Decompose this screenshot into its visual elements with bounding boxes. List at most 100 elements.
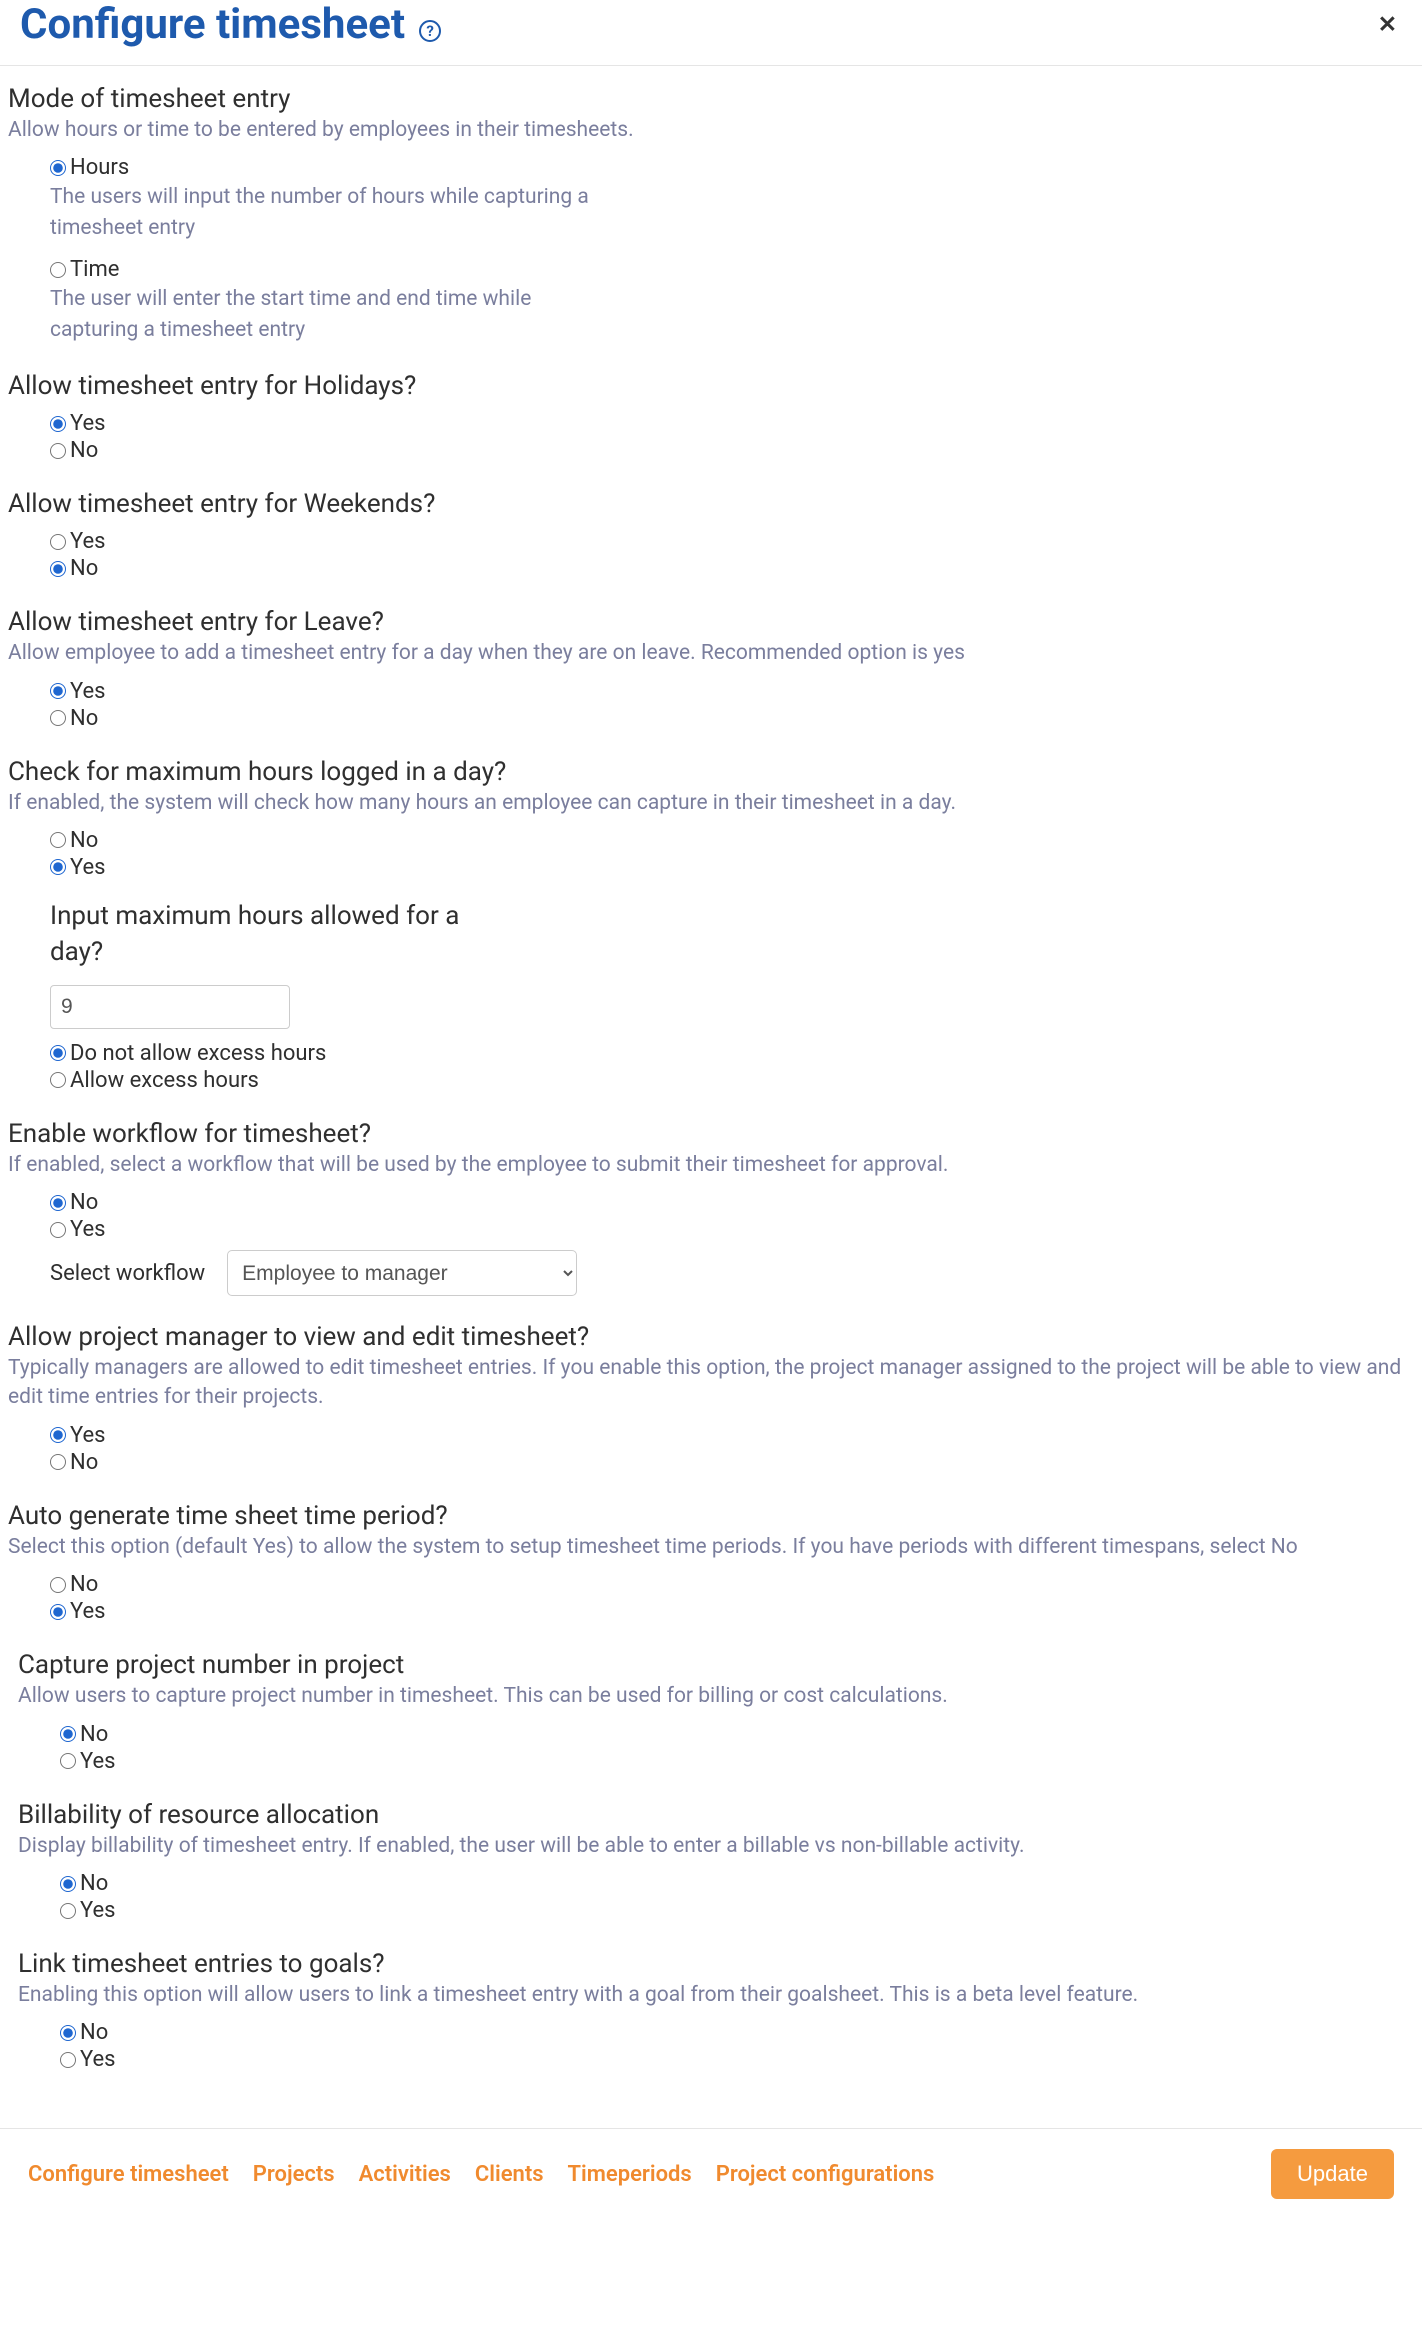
footer-link-clients[interactable]: Clients bbox=[475, 2162, 544, 2187]
section-projnum: Capture project number in project Allow … bbox=[8, 1650, 1414, 1773]
section-desc: If enabled, select a workflow that will … bbox=[8, 1151, 1414, 1180]
footer-link-projects[interactable]: Projects bbox=[253, 2162, 335, 2187]
radio-row-allow: Allow excess hours bbox=[50, 1068, 1414, 1093]
section-title: Mode of timesheet entry bbox=[8, 84, 1414, 114]
radio-weekends-yes[interactable] bbox=[50, 534, 66, 550]
section-billability: Billability of resource allocation Displ… bbox=[8, 1800, 1414, 1923]
radio-projnum-yes[interactable] bbox=[60, 1753, 76, 1769]
help-icon[interactable]: ? bbox=[419, 20, 441, 42]
radio-leave-no[interactable] bbox=[50, 710, 66, 726]
section-pm: Allow project manager to view and edit t… bbox=[8, 1322, 1414, 1475]
footer-link-timeperiods[interactable]: Timeperiods bbox=[568, 2162, 692, 2187]
radio-label: Yes bbox=[70, 1423, 106, 1448]
option-block: Yes No bbox=[8, 679, 1414, 731]
radio-holidays-no[interactable] bbox=[50, 443, 66, 459]
workflow-select-row: Select workflow Employee to manager bbox=[50, 1250, 1414, 1296]
section-title: Billability of resource allocation bbox=[18, 1800, 1414, 1830]
section-desc: Display billability of timesheet entry. … bbox=[18, 1832, 1414, 1861]
section-goals: Link timesheet entries to goals? Enablin… bbox=[8, 1949, 1414, 2072]
radio-workflow-no[interactable] bbox=[50, 1195, 66, 1211]
radio-leave-yes[interactable] bbox=[50, 683, 66, 699]
section-leave: Allow timesheet entry for Leave? Allow e… bbox=[8, 607, 1414, 730]
radio-maxhours-no[interactable] bbox=[50, 832, 66, 848]
radio-autogen-yes[interactable] bbox=[50, 1604, 66, 1620]
section-desc: Allow employee to add a timesheet entry … bbox=[8, 639, 1414, 668]
radio-row-no: No bbox=[50, 828, 1414, 853]
radio-row-yes: Yes bbox=[60, 1898, 1414, 1923]
radio-label: Yes bbox=[70, 855, 106, 880]
radio-label: No bbox=[70, 1572, 98, 1597]
option-block: Yes No bbox=[8, 1423, 1414, 1475]
radio-row-no: No bbox=[50, 438, 1414, 463]
workflow-select-label: Select workflow bbox=[50, 1261, 205, 1286]
footer-link-activities[interactable]: Activities bbox=[359, 2162, 451, 2187]
radio-label: No bbox=[70, 1190, 98, 1215]
radio-excess-allow[interactable] bbox=[50, 1072, 66, 1088]
radio-label: Yes bbox=[70, 679, 106, 704]
radio-row-no: No bbox=[60, 2020, 1414, 2045]
section-desc: Select this option (default Yes) to allo… bbox=[8, 1533, 1414, 1562]
radio-goals-yes[interactable] bbox=[60, 2052, 76, 2068]
radio-row-no: No bbox=[50, 706, 1414, 731]
radio-maxhours-yes[interactable] bbox=[50, 859, 66, 875]
maxhours-input[interactable] bbox=[50, 985, 290, 1029]
radio-pm-no[interactable] bbox=[50, 1454, 66, 1470]
radio-bill-no[interactable] bbox=[60, 1876, 76, 1892]
radio-label: No bbox=[70, 706, 98, 731]
radio-row-yes: Yes bbox=[60, 1749, 1414, 1774]
radio-label: Hours bbox=[70, 155, 129, 180]
workflow-select[interactable]: Employee to manager bbox=[227, 1250, 577, 1296]
radio-hours[interactable] bbox=[50, 160, 66, 176]
footer-links: Configure timesheet Projects Activities … bbox=[28, 2162, 934, 2187]
radio-desc: The user will enter the start time and e… bbox=[50, 284, 610, 345]
option-block: No Yes bbox=[18, 1871, 1414, 1923]
option-block: No Yes Input maximum hours allowed for a… bbox=[8, 828, 1414, 1093]
radio-label: Time bbox=[70, 257, 119, 282]
radio-row-hours: Hours bbox=[50, 155, 1414, 180]
section-title: Link timesheet entries to goals? bbox=[18, 1949, 1414, 1979]
update-button[interactable]: Update bbox=[1271, 2149, 1394, 2199]
maxhours-input-label: Input maximum hours allowed for a day? bbox=[50, 898, 500, 971]
radio-autogen-no[interactable] bbox=[50, 1577, 66, 1593]
radio-label: Yes bbox=[70, 411, 106, 436]
radio-label: No bbox=[70, 438, 98, 463]
radio-pm-yes[interactable] bbox=[50, 1427, 66, 1443]
section-title: Allow project manager to view and edit t… bbox=[8, 1322, 1414, 1352]
radio-bill-yes[interactable] bbox=[60, 1903, 76, 1919]
option-block: No Yes Select workflow Employee to manag… bbox=[8, 1190, 1414, 1296]
radio-row-no: No bbox=[50, 556, 1414, 581]
radio-label: No bbox=[70, 556, 98, 581]
radio-weekends-no[interactable] bbox=[50, 561, 66, 577]
radio-row-time: Time bbox=[50, 257, 1414, 282]
radio-projnum-no[interactable] bbox=[60, 1726, 76, 1742]
radio-row-no: No bbox=[50, 1572, 1414, 1597]
radio-row-no: No bbox=[60, 1871, 1414, 1896]
section-workflow: Enable workflow for timesheet? If enable… bbox=[8, 1119, 1414, 1296]
option-block: Hours The users will input the number of… bbox=[8, 155, 1414, 345]
section-weekends: Allow timesheet entry for Weekends? Yes … bbox=[8, 489, 1414, 581]
radio-row-yes: Yes bbox=[50, 1217, 1414, 1242]
radio-row-yes: Yes bbox=[50, 411, 1414, 436]
close-icon[interactable]: ✕ bbox=[1378, 11, 1397, 38]
modal-body: Mode of timesheet entry Allow hours or t… bbox=[0, 66, 1422, 2128]
radio-label: Yes bbox=[70, 529, 106, 554]
section-holidays: Allow timesheet entry for Holidays? Yes … bbox=[8, 371, 1414, 463]
radio-row-yes: Yes bbox=[50, 679, 1414, 704]
radio-goals-no[interactable] bbox=[60, 2025, 76, 2041]
radio-holidays-yes[interactable] bbox=[50, 416, 66, 432]
modal-header: Configure timesheet ? ✕ bbox=[0, 0, 1422, 66]
option-block: Yes No bbox=[8, 529, 1414, 581]
radio-workflow-yes[interactable] bbox=[50, 1222, 66, 1238]
radio-row-yes: Yes bbox=[60, 2047, 1414, 2072]
radio-row-no: No bbox=[50, 1190, 1414, 1215]
section-title: Enable workflow for timesheet? bbox=[8, 1119, 1414, 1149]
radio-label: No bbox=[80, 2020, 108, 2045]
footer-link-project-configurations[interactable]: Project configurations bbox=[716, 2162, 935, 2187]
radio-label: Yes bbox=[70, 1217, 106, 1242]
radio-row-yes: Yes bbox=[50, 1599, 1414, 1624]
radio-excess-notallow[interactable] bbox=[50, 1045, 66, 1061]
radio-time[interactable] bbox=[50, 262, 66, 278]
section-desc: Allow users to capture project number in… bbox=[18, 1682, 1414, 1711]
section-title: Check for maximum hours logged in a day? bbox=[8, 757, 1414, 787]
footer-link-configure-timesheet[interactable]: Configure timesheet bbox=[28, 2162, 229, 2187]
